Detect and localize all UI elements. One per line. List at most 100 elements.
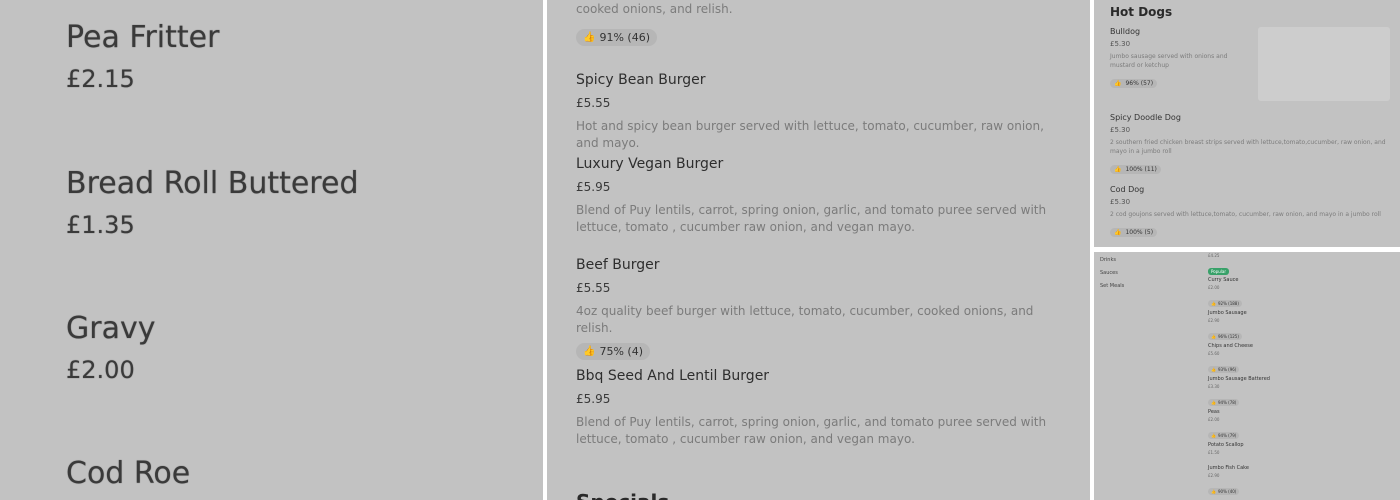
rating-value: 92% (188) [1217, 301, 1239, 306]
item-name: Gravy [66, 311, 156, 346]
item-name: Peas [1208, 409, 1220, 415]
item-description: Blend of Puy lentils, carrot, spring oni… [576, 203, 1047, 234]
item-price: £2.00 [1208, 285, 1220, 290]
hot-dogs-panel: Hot Dogs Bulldog £5.30 Jumbo sausage ser… [1094, 0, 1400, 247]
item-description: cooked onions, and relish. [576, 2, 733, 16]
thumbs-up-icon: 👍 [1114, 229, 1122, 236]
rating-badge: 👍 96% (125) [1208, 333, 1242, 340]
item-price: £5.30 [1110, 126, 1131, 134]
item-price: £2.90 [1208, 473, 1220, 478]
item-price: £4.25 [1208, 253, 1220, 258]
item-description: 4oz quality beef burger with lettuce, to… [576, 304, 1034, 335]
item-name: Bbq Seed And Lentil Burger [576, 368, 770, 384]
item-price: £5.55 [576, 281, 611, 295]
burger-menu-panel: cooked onions, and relish. 👍 91% (46) Sp… [547, 0, 1090, 500]
item-price: £5.55 [576, 96, 611, 110]
item-name: Bread Roll Buttered [66, 166, 359, 201]
item-price: £2.00 [66, 356, 135, 384]
item-description: 2 southern fried chicken breast strips s… [1110, 139, 1386, 155]
thumbs-up-icon: 👍 [1211, 301, 1216, 306]
thumbs-up-icon: 👍 [1114, 80, 1122, 87]
rating-value: 96% (57) [1125, 80, 1154, 87]
item-name: Jumbo Sausage Battered [1208, 376, 1270, 382]
rating-value: 93% (96) [1217, 367, 1237, 372]
item-description: Hot and spicy bean burger served with le… [576, 119, 1044, 150]
rating-badge: 👍 96% (57) [1110, 79, 1158, 88]
thumbs-up-icon: 👍 [1211, 433, 1216, 438]
item-name: Bulldog [1110, 27, 1141, 36]
item-name: Jumbo Fish Cake [1208, 465, 1249, 471]
item-name: Cod Dog [1110, 185, 1145, 194]
item-name: Chips and Cheese [1208, 343, 1253, 349]
menu-item[interactable]: Gravy £2.00 [66, 311, 155, 384]
rating-value: 94% (79) [1217, 433, 1237, 438]
menu-item[interactable]: Pea Fritter £2.15 [66, 20, 219, 93]
item-price: £5.95 [576, 180, 611, 194]
thumbs-up-icon: 👍 [583, 32, 596, 43]
rating-badge: 👍 94% (78) [1208, 399, 1240, 406]
item-description: 2 cod goujons served with lettuce,tomato… [1110, 211, 1381, 218]
rating-row: 👍 91% (46) [576, 25, 1066, 46]
thumbs-up-icon: 👍 [1211, 367, 1216, 372]
zoomed-menu-panel: Pea Fritter £2.15 Bread Roll Buttered £1… [0, 0, 543, 500]
menu-item[interactable]: Bbq Seed And Lentil Burger £5.95 Blend o… [576, 368, 1066, 448]
rating-badge: 👍 92% (188) [1208, 300, 1242, 307]
rating-badge: 👍 75% (4) [576, 343, 650, 360]
full-menu-panel: Drinks Sauces Set Meals £4.25 Popular Cu… [1094, 252, 1400, 500]
menu-item[interactable]: Jumbo Sausage £2.90 👍 96% (125) [1208, 310, 1388, 342]
rating-value: 90% (40) [1217, 489, 1237, 494]
item-name: Potato Scallop [1208, 442, 1244, 448]
menu-item[interactable]: Cod Dog £5.30 2 cod goujons served with … [1110, 185, 1390, 238]
menu-item[interactable]: Beef Burger £5.55 4oz quality beef burge… [576, 257, 1066, 360]
category-link-set-meals[interactable]: Set Meals [1100, 283, 1124, 289]
menu-item[interactable]: Bulldog £5.30 Jumbo sausage served with … [1110, 27, 1250, 89]
item-price: £5.30 [1110, 198, 1131, 206]
item-name: Beef Burger [576, 257, 660, 273]
menu-item[interactable]: Cod Roe [66, 456, 190, 491]
item-name: Curry Sauce [1208, 277, 1239, 283]
thumbs-up-icon: 👍 [583, 346, 596, 357]
item-price: £5.95 [576, 392, 611, 406]
menu-item[interactable]: Bread Roll Buttered £1.35 [66, 166, 359, 239]
item-price: £2.15 [66, 65, 135, 93]
item-price: £2.90 [1208, 318, 1220, 323]
item-name: Pea Fritter [66, 20, 220, 55]
thumbs-up-icon: 👍 [1211, 400, 1216, 405]
menu-item[interactable]: Potato Scallop £1.50 [1208, 442, 1388, 455]
item-name: Spicy Doodle Dog [1110, 113, 1181, 122]
menu-item[interactable]: Jumbo Fish Cake £2.90 👍 90% (40) [1208, 465, 1388, 497]
popular-badge: Popular [1208, 268, 1229, 275]
item-price: £2.00 [1208, 417, 1220, 422]
item-price: £3.30 [1208, 384, 1220, 389]
rating-badge: 👍 94% (79) [1208, 432, 1240, 439]
thumbs-up-icon: 👍 [1211, 334, 1216, 339]
rating-value: 96% (125) [1217, 334, 1239, 339]
rating-badge: 👍 93% (96) [1208, 366, 1240, 373]
rating-value: 100% (11) [1125, 166, 1157, 173]
menu-item[interactable]: Luxury Vegan Burger £5.95 Blend of Puy l… [576, 156, 1066, 236]
rating-value: 94% (78) [1217, 400, 1237, 405]
menu-item[interactable]: £4.25 Popular [1208, 253, 1388, 277]
item-name: Spicy Bean Burger [576, 72, 706, 88]
menu-item[interactable]: Spicy Bean Burger £5.55 Hot and spicy be… [576, 72, 1066, 152]
menu-item[interactable]: Peas £2.00 👍 94% (79) [1208, 409, 1388, 441]
category-link-drinks[interactable]: Drinks [1100, 257, 1116, 263]
menu-item[interactable]: Curry Sauce £2.00 👍 92% (188) [1208, 277, 1388, 309]
rating-badge: 👍 100% (11) [1110, 165, 1161, 174]
rating-badge: 👍 91% (46) [576, 29, 657, 46]
item-price: £5.30 [1110, 40, 1131, 48]
item-image[interactable] [1258, 27, 1390, 101]
category-link-sauces[interactable]: Sauces [1100, 270, 1118, 276]
menu-item[interactable]: Jumbo Sausage Battered £3.30 👍 94% (78) [1208, 376, 1388, 408]
item-price: £5.60 [1208, 351, 1220, 356]
rating-badge: 👍 100% (5) [1110, 228, 1158, 237]
rating-value: 75% (4) [599, 345, 643, 358]
menu-item[interactable]: Spicy Doodle Dog £5.30 2 southern fried … [1110, 113, 1390, 175]
rating-badge: 👍 90% (40) [1208, 488, 1240, 495]
menu-item[interactable]: Chips and Cheese £5.60 👍 93% (96) [1208, 343, 1388, 375]
section-heading: Specials [576, 490, 669, 500]
item-price: £1.35 [66, 211, 135, 239]
item-name: Luxury Vegan Burger [576, 156, 724, 172]
item-description: Jumbo sausage served with onions and mus… [1110, 53, 1228, 69]
section-heading: Hot Dogs [1110, 5, 1173, 19]
